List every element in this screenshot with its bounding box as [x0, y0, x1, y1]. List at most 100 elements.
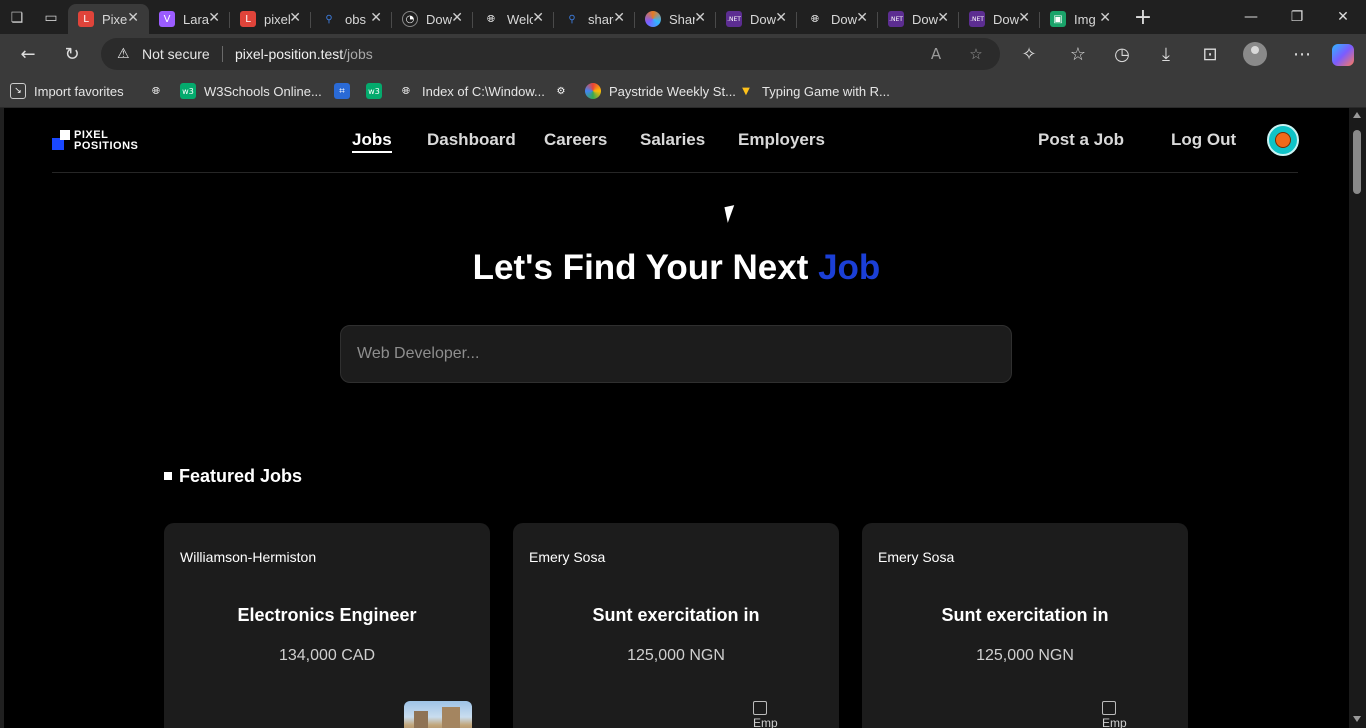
broken-image-icon: Emp — [753, 701, 793, 728]
bookmark-w3schools-2[interactable]: w3 — [366, 82, 390, 100]
profile-icon[interactable] — [1243, 42, 1267, 66]
read-aloud-icon[interactable]: A — [926, 44, 946, 64]
extensions-icon[interactable]: ✧ — [1013, 38, 1045, 70]
nav-dashboard[interactable]: Dashboard — [427, 130, 516, 150]
tab-4[interactable]: ◔ Download ✕ — [392, 4, 473, 34]
job-salary: 134,000 CAD — [278, 647, 376, 664]
url-text[interactable]: pixel-position.test/jobs — [235, 46, 373, 62]
logout-link[interactable]: Log Out — [1171, 130, 1236, 150]
square-bullet-icon — [164, 472, 172, 480]
post-job-link[interactable]: Post a Job — [1038, 130, 1124, 150]
back-icon[interactable]: ← — [12, 38, 44, 70]
close-icon[interactable]: ✕ — [613, 10, 625, 26]
close-icon[interactable]: ✕ — [1099, 10, 1111, 26]
tab-actions-icon[interactable]: ▭ — [34, 0, 68, 34]
warning-icon[interactable]: ⚠ — [117, 46, 133, 62]
close-icon[interactable]: ✕ — [775, 10, 787, 26]
image-icon: ▣ — [1050, 11, 1066, 27]
search-input[interactable] — [340, 325, 1012, 383]
site-logo[interactable]: PIXEL POSITIONS — [52, 128, 152, 152]
company-name: Emery Sosa — [529, 549, 606, 565]
bookmark-settings[interactable]: ⚙ — [553, 82, 577, 100]
search-icon: ⚲ — [325, 13, 333, 25]
bookmark-w3schools[interactable]: w3 W3Schools Online... — [180, 82, 322, 100]
workspaces-icon[interactable]: ❏ — [0, 0, 34, 34]
bookmark-app[interactable]: ⌗ — [334, 82, 358, 100]
tab-0[interactable]: L Pixel Positions ✕ — [68, 4, 149, 34]
close-icon[interactable]: ✕ — [937, 10, 949, 26]
page-viewport: PIXEL POSITIONS Jobs Dashboard Careers S… — [4, 108, 1349, 728]
user-avatar[interactable] — [1267, 124, 1299, 156]
tab-strip: ❏ ▭ L Pixel Positions ✕ V Laravel ✕ L pi… — [0, 0, 1366, 34]
github-icon: ◔ — [402, 11, 418, 27]
globe-icon: 🌐︎ — [402, 85, 410, 97]
bookmark-import-favorites[interactable]: ↘ Import favorites — [10, 82, 124, 100]
nav-employers[interactable]: Employers — [738, 130, 825, 150]
close-icon[interactable]: ✕ — [127, 10, 139, 26]
close-icon[interactable]: ✕ — [694, 10, 706, 26]
tab-3[interactable]: ⚲ obs ✕ — [311, 4, 392, 34]
job-card[interactable]: Williamson-Hermiston Electronics Enginee… — [164, 523, 490, 728]
close-icon[interactable]: ✕ — [532, 10, 544, 26]
bookmarks-bar: ↘ Import favorites 🌐︎ w3 W3Schools Onlin… — [0, 74, 1366, 108]
job-title[interactable]: Sunt exercitation in — [513, 605, 839, 626]
restore-button[interactable]: ❐ — [1274, 0, 1320, 34]
close-icon[interactable]: ✕ — [208, 10, 220, 26]
download-icon[interactable]: ⤓ — [1150, 38, 1182, 70]
job-title[interactable]: Sunt exercitation in — [862, 605, 1188, 626]
gear-icon: ⚙ — [556, 85, 566, 97]
laravel-icon: L — [78, 11, 94, 27]
more-icon[interactable]: ⋯ — [1286, 38, 1318, 70]
favorites-icon[interactable]: ☆ — [1062, 38, 1094, 70]
bookmark-index[interactable]: 🌐︎ Index of C:\Window... — [398, 82, 545, 100]
import-icon: ↘ — [10, 83, 26, 99]
new-tab-button[interactable]: + — [1121, 0, 1165, 34]
minimize-button[interactable]: — — [1228, 0, 1274, 34]
history-icon[interactable]: ◷ — [1106, 38, 1138, 70]
copilot-icon[interactable] — [1332, 44, 1354, 66]
refresh-icon[interactable]: ↻ — [56, 38, 88, 70]
close-icon[interactable]: ✕ — [451, 10, 463, 26]
nav-careers[interactable]: Careers — [544, 130, 607, 150]
job-card[interactable]: Emery Sosa Sunt exercitation in 125,000 … — [513, 523, 839, 728]
w3schools-icon: w3 — [366, 83, 382, 99]
page-scrollbar[interactable] — [1349, 108, 1366, 728]
bookmark-globe[interactable]: 🌐︎ — [148, 82, 172, 100]
close-icon[interactable]: ✕ — [289, 10, 301, 26]
favorite-star-icon[interactable]: ☆ — [966, 44, 986, 64]
security-label[interactable]: Not secure — [142, 46, 210, 62]
bookmark-typing-game[interactable]: ▼ Typing Game with R... — [738, 82, 890, 100]
vite-icon: V — [159, 11, 175, 27]
tab-9[interactable]: 🌐︎ Download ✕ — [797, 4, 878, 34]
globe-icon: 🌐︎ — [487, 13, 495, 25]
dotnet-icon: .NET — [726, 11, 742, 27]
scroll-thumb[interactable] — [1353, 130, 1361, 194]
address-bar[interactable]: ⚠ Not secure pixel-position.test/jobs A … — [101, 38, 1000, 70]
close-icon[interactable]: ✕ — [1018, 10, 1030, 26]
mouse-cursor-icon — [724, 205, 738, 223]
tab-8[interactable]: .NET Download .NET ✕ — [716, 4, 797, 34]
job-card[interactable]: Emery Sosa Sunt exercitation in 125,000 … — [862, 523, 1188, 728]
close-icon[interactable]: ✕ — [370, 10, 382, 26]
job-title[interactable]: Electronics Engineer — [164, 605, 490, 626]
tab-6[interactable]: ⚲ share ✕ — [554, 4, 635, 34]
nav-salaries[interactable]: Salaries — [640, 130, 705, 150]
scroll-up-icon[interactable] — [1353, 112, 1361, 118]
tab-11[interactable]: .NET Download .NET ✕ — [959, 4, 1040, 34]
laravel-icon: L — [240, 11, 256, 27]
screenshot-icon[interactable]: ⊡ — [1194, 38, 1226, 70]
tab-12[interactable]: ▣ Img ✕ — [1040, 4, 1121, 34]
close-window-button[interactable]: ✕ — [1320, 0, 1366, 34]
browser-toolbar: ← ↻ ⚠ Not secure pixel-position.test/job… — [0, 34, 1366, 74]
tab-10[interactable]: .NET Download .NET ✕ — [878, 4, 959, 34]
close-icon[interactable]: ✕ — [856, 10, 868, 26]
tab-1[interactable]: V Laravel ✕ — [149, 4, 230, 34]
company-name: Williamson-Hermiston — [180, 549, 317, 565]
bookmark-paystride[interactable]: Paystride Weekly St... — [585, 82, 736, 100]
scroll-down-icon[interactable] — [1353, 716, 1361, 722]
tab-2[interactable]: L pixel-positions ✕ — [230, 4, 311, 34]
nav-jobs[interactable]: Jobs — [352, 130, 392, 153]
tab-5[interactable]: 🌐︎ Welcome ✕ — [473, 4, 554, 34]
search-icon: ⚲ — [568, 13, 576, 25]
tab-7[interactable]: Share ✕ — [635, 4, 716, 34]
